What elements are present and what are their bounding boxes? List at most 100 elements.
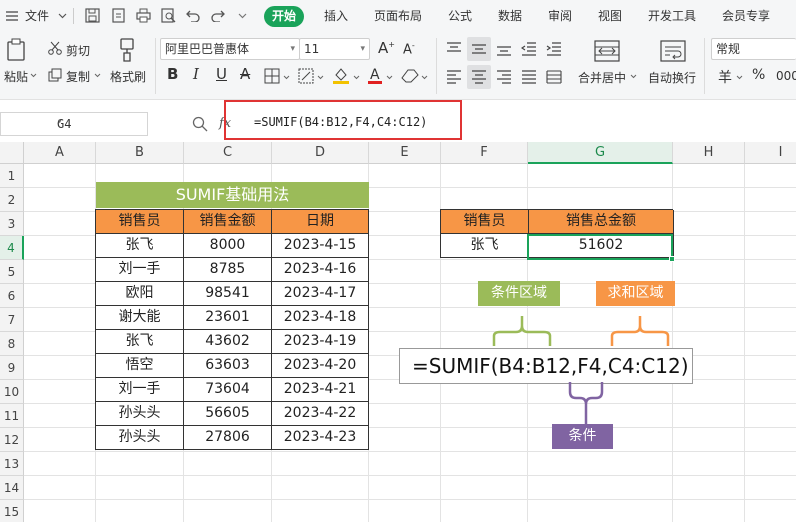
row-header-1[interactable]: 1 xyxy=(0,164,24,188)
fill-style-icon[interactable] xyxy=(298,68,314,84)
paste-icon[interactable] xyxy=(6,38,28,62)
column-header-a[interactable]: A xyxy=(24,142,96,164)
cell-amount[interactable]: 27806 xyxy=(184,426,272,450)
chevron-down-icon[interactable] xyxy=(736,75,743,80)
column-header-b[interactable]: B xyxy=(96,142,184,164)
cell-salesperson[interactable]: 刘一手 xyxy=(96,258,184,282)
column-header-f[interactable]: F xyxy=(441,142,528,164)
column-header-c[interactable]: C xyxy=(184,142,272,164)
criteria-cell[interactable]: 张飞 xyxy=(441,234,529,258)
cell-date[interactable]: 2023-4-20 xyxy=(272,354,369,378)
chevron-down-icon[interactable] xyxy=(317,75,324,80)
hamburger-menu-icon[interactable] xyxy=(6,11,18,21)
row-header-15[interactable]: 15 xyxy=(0,500,24,522)
bold-icon[interactable]: B xyxy=(167,65,178,83)
currency-icon[interactable]: 羊 xyxy=(718,67,732,87)
summary-header-total[interactable]: 销售总金额 xyxy=(529,210,674,234)
chevron-down-icon[interactable] xyxy=(283,75,290,80)
decrease-font-icon[interactable]: A- xyxy=(403,41,415,57)
cut-label[interactable]: 剪切 xyxy=(66,42,90,59)
column-header-i[interactable]: I xyxy=(745,142,796,164)
row-header-12[interactable]: 12 xyxy=(0,428,24,452)
undo-icon[interactable] xyxy=(186,9,200,22)
cell-salesperson[interactable]: 刘一手 xyxy=(96,378,184,402)
chevron-down-icon[interactable] xyxy=(353,75,360,80)
tab-page-layout[interactable]: 页面布局 xyxy=(374,0,422,32)
cell-amount[interactable]: 73604 xyxy=(184,378,272,402)
file-menu[interactable]: 文件 xyxy=(25,0,49,32)
align-middle-icon[interactable] xyxy=(471,42,487,56)
tab-developer[interactable]: 开发工具 xyxy=(648,0,696,32)
zoom-search-icon[interactable] xyxy=(192,116,208,132)
chevron-down-icon[interactable] xyxy=(421,75,428,80)
column-header-h[interactable]: H xyxy=(673,142,745,164)
chevron-down-icon[interactable] xyxy=(94,73,101,78)
tab-insert[interactable]: 插入 xyxy=(324,0,348,32)
tab-data[interactable]: 数据 xyxy=(498,0,522,32)
cell-date[interactable]: 2023-4-18 xyxy=(272,306,369,330)
row-header-2[interactable]: 2 xyxy=(0,188,24,212)
export-pdf-icon[interactable] xyxy=(111,8,126,23)
cell-date[interactable]: 2023-4-19 xyxy=(272,330,369,354)
cell-salesperson[interactable]: 孙头头 xyxy=(96,402,184,426)
align-center-icon[interactable] xyxy=(471,70,487,84)
strikethrough-icon[interactable]: A xyxy=(240,65,250,83)
table-title[interactable]: SUMIF基础用法 xyxy=(96,182,369,208)
column-header-d[interactable]: D xyxy=(272,142,369,164)
distributed-align-icon[interactable] xyxy=(546,70,562,84)
cell-amount[interactable]: 98541 xyxy=(184,282,272,306)
row-header-6[interactable]: 6 xyxy=(0,284,24,308)
cell-date[interactable]: 2023-4-16 xyxy=(272,258,369,282)
row-header-14[interactable]: 14 xyxy=(0,476,24,500)
paste-label[interactable]: 粘贴 xyxy=(4,68,28,85)
merge-center-label[interactable]: 合并居中 xyxy=(578,69,626,86)
cell-salesperson[interactable]: 孙头头 xyxy=(96,426,184,450)
copy-icon[interactable] xyxy=(48,68,62,82)
row-header-8[interactable]: 8 xyxy=(0,332,24,356)
name-box[interactable]: G4 ▾ xyxy=(0,112,148,136)
cell-amount[interactable]: 8000 xyxy=(184,234,272,258)
row-header-9[interactable]: 9 xyxy=(0,356,24,380)
copy-label[interactable]: 复制 xyxy=(66,68,90,85)
fill-color-icon[interactable] xyxy=(332,66,350,84)
clear-format-icon[interactable] xyxy=(401,68,419,84)
cell-salesperson[interactable]: 张飞 xyxy=(96,234,184,258)
row-header-7[interactable]: 7 xyxy=(0,308,24,332)
format-painter-icon[interactable] xyxy=(117,38,137,62)
merge-center-icon[interactable] xyxy=(594,40,620,62)
cell-salesperson[interactable]: 张飞 xyxy=(96,330,184,354)
tab-formulas[interactable]: 公式 xyxy=(448,0,472,32)
tab-view[interactable]: 视图 xyxy=(598,0,622,32)
print-icon[interactable] xyxy=(136,8,151,23)
cell-date[interactable]: 2023-4-22 xyxy=(272,402,369,426)
align-right-icon[interactable] xyxy=(496,70,512,84)
save-icon[interactable] xyxy=(85,8,100,23)
row-header-3[interactable]: 3 xyxy=(0,212,24,236)
percent-icon[interactable]: % xyxy=(752,67,765,83)
row-header-11[interactable]: 11 xyxy=(0,404,24,428)
cell-date[interactable]: 2023-4-15 xyxy=(272,234,369,258)
header-salesperson[interactable]: 销售员 xyxy=(96,210,184,234)
tab-home[interactable]: 开始 xyxy=(264,6,305,27)
cell-salesperson[interactable]: 悟空 xyxy=(96,354,184,378)
increase-font-icon[interactable]: A+ xyxy=(378,39,395,57)
tab-review[interactable]: 审阅 xyxy=(548,0,572,32)
chevron-down-icon[interactable] xyxy=(386,75,393,80)
cell-amount[interactable]: 8785 xyxy=(184,258,272,282)
thousands-separator-icon[interactable]: 000 xyxy=(776,69,796,83)
row-header-5[interactable]: 5 xyxy=(0,260,24,284)
cell-salesperson[interactable]: 谢大能 xyxy=(96,306,184,330)
print-preview-icon[interactable] xyxy=(161,8,176,23)
cell-amount[interactable]: 63603 xyxy=(184,354,272,378)
row-header-13[interactable]: 13 xyxy=(0,452,24,476)
column-header-e[interactable]: E xyxy=(369,142,441,164)
tab-member[interactable]: 会员专享 xyxy=(722,0,770,32)
chevron-down-icon[interactable] xyxy=(58,13,67,19)
font-color-icon[interactable]: A xyxy=(367,66,383,84)
header-sales-amount[interactable]: 销售金额 xyxy=(184,210,272,234)
summary-header-salesperson[interactable]: 销售员 xyxy=(441,210,529,234)
cell-date[interactable]: 2023-4-23 xyxy=(272,426,369,450)
cell-date[interactable]: 2023-4-17 xyxy=(272,282,369,306)
column-header-g[interactable]: G xyxy=(528,142,673,164)
cell-salesperson[interactable]: 欧阳 xyxy=(96,282,184,306)
